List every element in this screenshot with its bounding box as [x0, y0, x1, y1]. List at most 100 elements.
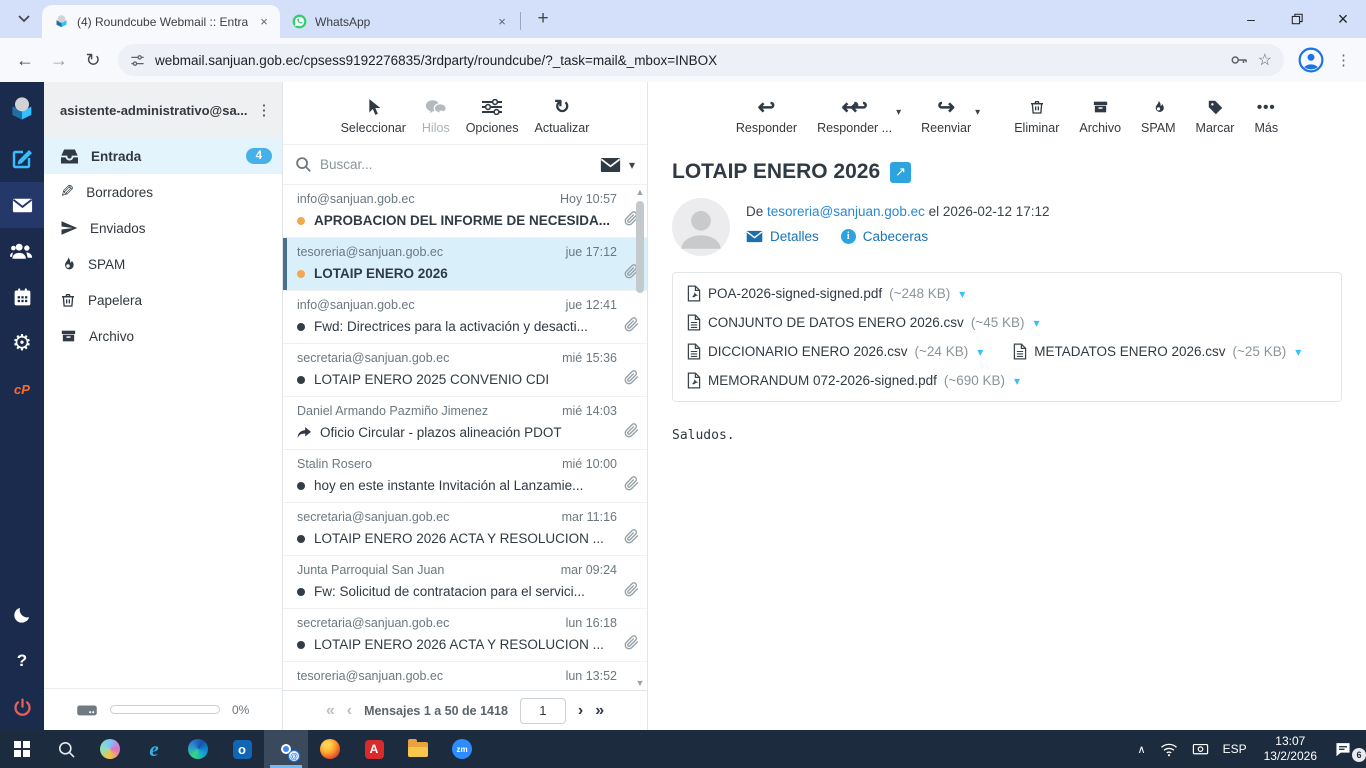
unread-dot-icon[interactable] [297, 216, 305, 225]
attachment-menu-icon[interactable]: ▾ [1033, 316, 1039, 330]
attachment-item[interactable]: CONJUNTO DE DATOS ENERO 2026.csv (~45 KB… [687, 314, 1040, 331]
tab-roundcube[interactable]: (4) Roundcube Webmail :: Entra × [42, 5, 280, 38]
tab-search-chevron-icon[interactable] [10, 5, 38, 33]
tray-overflow-chevron-icon[interactable]: ∧ [1131, 730, 1153, 768]
attachment-item[interactable]: MEMORANDUM 072-2026-signed.pdf (~690 KB)… [687, 372, 1327, 389]
message-row[interactable]: info@sanjuan.gob.ec jue 12:41 Fwd: Direct… [283, 291, 647, 344]
edge-button[interactable] [176, 730, 220, 768]
taskbar-search-button[interactable] [44, 730, 88, 768]
copilot-button[interactable] [88, 730, 132, 768]
forward-button[interactable]: → [44, 45, 74, 75]
page-number-input[interactable] [519, 697, 566, 724]
message-row-selected[interactable]: tesoreria@sanjuan.gob.ec jue 17:12 LOTAIP… [283, 238, 647, 291]
help-button[interactable]: ? [0, 638, 44, 684]
message-row[interactable]: secretaria@sanjuan.gob.ec lun 16:18 LOTAI… [283, 609, 647, 662]
options-button[interactable]: Opciones [466, 97, 519, 135]
firefox-button[interactable] [308, 730, 352, 768]
compose-button[interactable] [0, 136, 44, 182]
select-button[interactable]: Seleccionar [341, 97, 406, 135]
sender-email-link[interactable]: tesoreria@sanjuan.gob.ec [767, 204, 925, 219]
bookmark-star-icon[interactable]: ☆ [1258, 50, 1272, 70]
tab-close-icon[interactable]: × [256, 14, 272, 30]
headers-toggle[interactable]: i Cabeceras [840, 229, 928, 244]
spam-button[interactable]: SPAM [1141, 97, 1176, 135]
browser-menu-icon[interactable]: ⋮ [1332, 51, 1356, 69]
read-dot-icon[interactable] [297, 375, 305, 384]
folder-trash[interactable]: Papelera [44, 282, 282, 318]
message-row[interactable]: tesoreria@sanjuan.gob.ec lun 13:52 [283, 662, 647, 690]
threads-button[interactable]: Hilos [422, 97, 450, 135]
more-button[interactable]: ••• Más [1254, 97, 1278, 136]
contacts-nav-button[interactable] [0, 228, 44, 274]
search-options-chevron-icon[interactable]: ▾ [629, 158, 635, 172]
start-button[interactable] [0, 730, 44, 768]
read-dot-icon[interactable] [297, 587, 305, 596]
acrobat-button[interactable]: A [352, 730, 396, 768]
refresh-button[interactable]: ↻ Actualizar [535, 97, 590, 136]
wifi-icon[interactable] [1153, 730, 1185, 768]
forward-button[interactable]: ↪ Reenviar [921, 96, 971, 136]
folder-inbox[interactable]: Entrada 4 [44, 138, 282, 174]
reload-button[interactable]: ↻ [78, 45, 108, 75]
attachment-item[interactable]: DICCIONARIO ENERO 2026.csv (~24 KB) ▾ [687, 343, 983, 360]
restore-button[interactable] [1274, 0, 1320, 38]
password-key-icon[interactable] [1230, 53, 1248, 67]
account-menu-icon[interactable]: ⋮ [254, 101, 274, 119]
message-row[interactable]: Daniel Armando Pazmiño Jimenez mié 14:03 … [283, 397, 647, 450]
profile-avatar[interactable] [1298, 47, 1324, 73]
address-bar[interactable]: webmail.sanjuan.gob.ec/cpsess9192276835/… [118, 44, 1284, 76]
zoom-button[interactable]: zm [440, 730, 484, 768]
read-dot-icon[interactable] [297, 640, 305, 649]
folder-archive[interactable]: Archivo [44, 318, 282, 354]
attachment-menu-icon[interactable]: ▾ [977, 345, 983, 359]
folder-drafts[interactable]: ✎ Borradores [44, 174, 282, 210]
message-row[interactable]: Junta Parroquial San Juan mar 09:24 Fw: S… [283, 556, 647, 609]
search-input[interactable] [320, 157, 592, 172]
last-page-button[interactable]: » [595, 702, 604, 720]
calendar-nav-button[interactable] [0, 274, 44, 320]
read-dot-icon[interactable] [297, 481, 305, 490]
reply-button[interactable]: ↩ Responder [736, 96, 797, 136]
notification-center-button[interactable]: 6 [1327, 730, 1366, 768]
delete-button[interactable]: Eliminar [1014, 97, 1059, 135]
mail-nav-button[interactable] [0, 182, 44, 228]
taskbar-clock[interactable]: 13:07 13/2/2026 [1254, 730, 1327, 768]
mark-button[interactable]: Marcar [1196, 97, 1234, 135]
attachment-item[interactable]: POA-2026-signed-signed.pdf (~248 KB) ▾ [687, 285, 965, 302]
read-dot-icon[interactable] [297, 322, 305, 331]
attachment-item[interactable]: METADATOS ENERO 2026.csv (~25 KB) ▾ [1013, 343, 1301, 360]
screen-cast-icon[interactable] [1185, 730, 1216, 768]
outlook-button[interactable]: o [220, 730, 264, 768]
list-scrollbar[interactable]: ▲ ▼ [633, 185, 647, 690]
chrome-button-active[interactable]: @ [264, 730, 308, 768]
first-page-button[interactable]: « [326, 702, 335, 720]
file-explorer-button[interactable] [396, 730, 440, 768]
prev-page-button[interactable]: ‹ [347, 702, 352, 720]
minimize-button[interactable]: – [1228, 0, 1274, 38]
forward-dropdown-icon[interactable]: ▾ [975, 107, 980, 118]
details-toggle[interactable]: Detalles [746, 229, 819, 244]
site-settings-icon[interactable] [130, 53, 145, 68]
reply-all-button[interactable]: ↩ ↩ Responder ... [817, 96, 892, 136]
scroll-down-icon[interactable]: ▼ [636, 676, 645, 690]
attachment-menu-icon[interactable]: ▾ [1295, 345, 1301, 359]
new-tab-button[interactable]: + [529, 5, 557, 33]
settings-nav-button[interactable]: ⚙ [0, 320, 44, 366]
message-row[interactable]: Stalin Rosero mié 10:00 hoy en este insta… [283, 450, 647, 503]
message-row[interactable]: secretaria@sanjuan.gob.ec mié 15:36 LOTAI… [283, 344, 647, 397]
folder-spam[interactable]: SPAM [44, 246, 282, 282]
folder-sent[interactable]: Enviados [44, 210, 282, 246]
back-button[interactable]: ← [10, 45, 40, 75]
url-text[interactable]: webmail.sanjuan.gob.ec/cpsess9192276835/… [155, 53, 1220, 68]
unread-dot-icon[interactable] [297, 269, 305, 278]
archive-button[interactable]: Archivo [1079, 97, 1121, 135]
message-row[interactable]: secretaria@sanjuan.gob.ec mar 11:16 LOTAI… [283, 503, 647, 556]
next-page-button[interactable]: › [578, 702, 583, 720]
attachment-menu-icon[interactable]: ▾ [1014, 374, 1020, 388]
tab-whatsapp[interactable]: WhatsApp × [280, 5, 518, 38]
internet-explorer-button[interactable]: e [132, 730, 176, 768]
language-indicator[interactable]: ESP [1216, 730, 1254, 768]
search-scope-mail-icon[interactable] [600, 157, 621, 173]
open-in-new-window-icon[interactable]: ↗ [890, 161, 912, 183]
close-window-button[interactable]: × [1320, 0, 1366, 38]
